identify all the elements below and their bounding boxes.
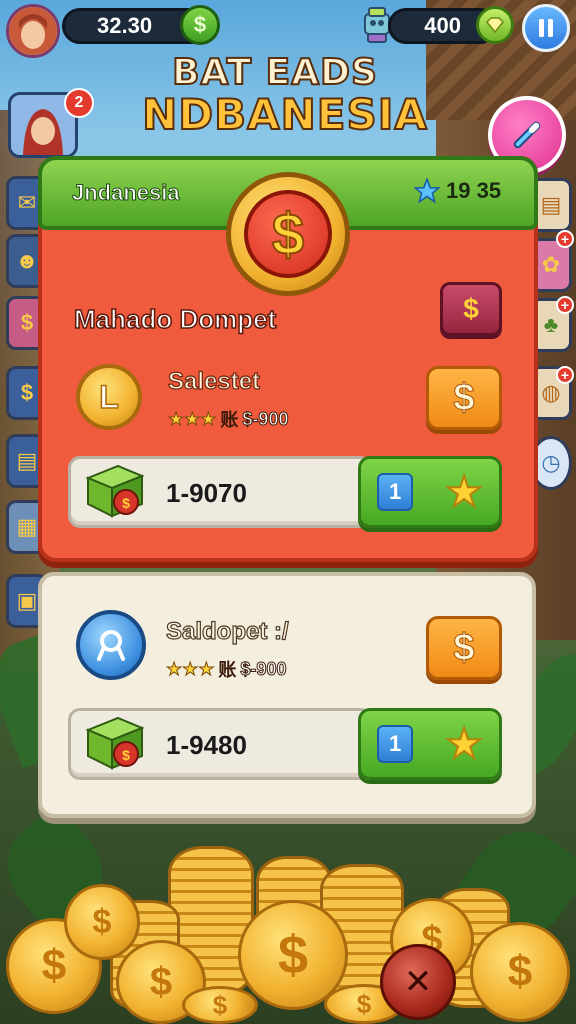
dollar-icon: $	[463, 293, 479, 324]
price-prefix: 账	[218, 660, 237, 680]
price-prefix: 账	[220, 410, 239, 430]
blue-star-icon	[414, 178, 440, 204]
score-value: 19 35	[446, 178, 502, 203]
dollar-icon: $	[453, 376, 475, 419]
progress-value: 1-9480	[166, 730, 247, 760]
item-meta: ★★★ 账 $-900	[167, 406, 289, 432]
plant-icon: ♣	[543, 312, 559, 337]
gems-value: 400	[424, 13, 461, 38]
dollar-icon: $	[244, 190, 332, 278]
panel-header-score: 19 35	[414, 178, 501, 204]
coin-icon: $	[470, 922, 570, 1022]
star-icon: ★	[444, 468, 484, 515]
gem-icon	[485, 17, 505, 33]
panel-header-title: Jndanesia	[72, 180, 181, 206]
claim-button[interactable]: 1 ★	[358, 708, 502, 780]
level-number: 1	[377, 725, 414, 763]
savings-panel	[38, 572, 536, 818]
add-coins-button[interactable]: $	[180, 5, 220, 45]
item-coin-icon: L	[76, 364, 142, 430]
magic-wand-icon	[513, 121, 541, 149]
svg-text:$: $	[122, 747, 130, 763]
item-name: Salestet	[167, 367, 261, 395]
pause-button[interactable]	[522, 4, 570, 52]
svg-text:$: $	[122, 495, 130, 511]
item-price: $-900	[242, 408, 289, 429]
game-title-line2: NDBANESIA	[141, 89, 428, 140]
item-name: Saldopet :/	[165, 617, 289, 645]
star-icon: ★	[444, 720, 484, 767]
coin-icon: $	[20, 310, 34, 335]
buy-button[interactable]: $	[426, 616, 502, 680]
buy-button[interactable]: $	[426, 366, 502, 430]
scroll-icon: ▦	[16, 514, 38, 539]
gift-icon: ▣	[16, 588, 38, 613]
profile-icon: ☻	[15, 248, 39, 273]
wallet-shop-button[interactable]: $	[440, 282, 502, 336]
treasure-chest-icon: ▤	[540, 192, 562, 217]
claim-button[interactable]: 1 ★	[358, 456, 502, 528]
pause-icon	[539, 19, 553, 37]
candy-icon: ✿	[541, 252, 561, 277]
player-face-icon	[9, 7, 57, 55]
ribbon-badge-icon	[76, 610, 146, 680]
item-price: $-900	[240, 658, 287, 679]
plus-badge-icon: +	[556, 366, 574, 384]
money-box-icon: $	[82, 712, 148, 772]
player-avatar[interactable]	[6, 4, 60, 58]
plus-badge-icon: +	[556, 230, 574, 248]
red-coin-icon: ✕	[380, 944, 456, 1020]
plus-badge-icon: +	[556, 296, 574, 314]
panel-coin-badge: $	[226, 172, 350, 296]
game-title-line1: BAT EADS	[171, 51, 378, 94]
money-bag-icon: $	[20, 380, 34, 405]
level-number: 1	[377, 473, 414, 511]
progress-value: 1-9070	[166, 478, 247, 508]
money-box-icon: $	[82, 460, 148, 520]
coins-value: 32.30	[97, 13, 153, 38]
section-label: Mahado Dompet	[73, 303, 277, 335]
rating-stars: ★★★	[165, 658, 215, 679]
notification-badge: 2	[64, 88, 94, 118]
clock-icon: ◷	[541, 450, 561, 475]
tortoise-icon: ◍	[541, 380, 561, 405]
item-meta: ★★★ 账 $-900	[165, 656, 287, 682]
chest-icon: ▤	[16, 448, 38, 473]
coin-icon: $	[64, 884, 140, 960]
coin-icon: $	[182, 986, 258, 1024]
dollar-icon: $	[453, 626, 475, 669]
add-gems-button[interactable]	[476, 6, 514, 44]
dollar-icon: $	[193, 12, 207, 37]
rating-stars: ★★★	[167, 408, 217, 429]
envelope-icon: ✉	[17, 190, 37, 215]
